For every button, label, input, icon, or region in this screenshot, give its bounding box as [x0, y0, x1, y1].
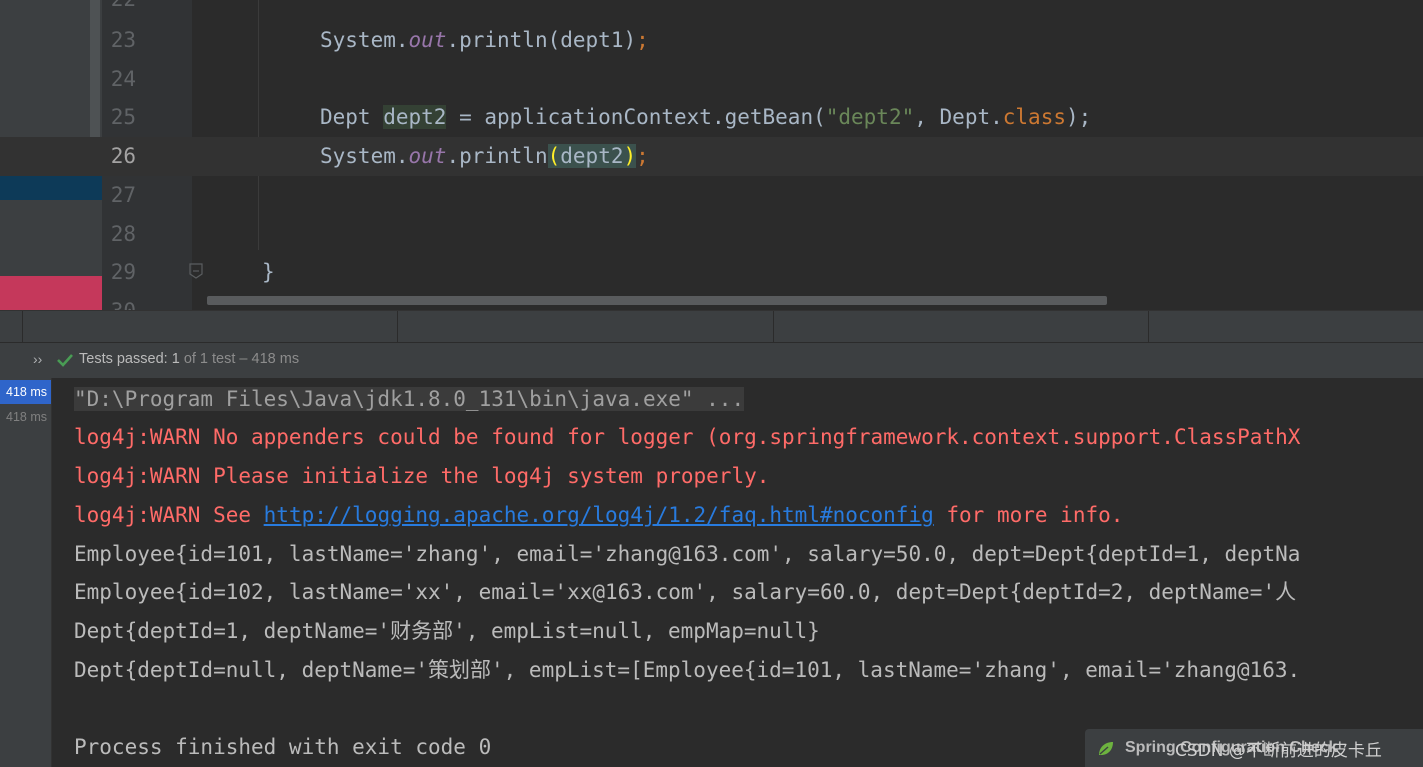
- line-number: 25: [110, 105, 136, 129]
- code-token-argument: dept2: [560, 144, 624, 168]
- code-token-semicolon: ;: [636, 144, 649, 168]
- test-tree-item[interactable]: 418 ms: [0, 405, 51, 429]
- code-line-27[interactable]: 27: [0, 176, 1423, 215]
- code-token-matched-paren: (: [547, 144, 561, 168]
- code-line-22[interactable]: 22: [0, 0, 1423, 19]
- code-text[interactable]: }: [262, 253, 275, 292]
- spring-leaf-icon: [1099, 742, 1113, 755]
- line-number: 27: [110, 183, 136, 207]
- code-token-string: "dept2": [825, 105, 915, 129]
- header-divider: [773, 311, 774, 343]
- tests-passed-status: Tests passed: 1 of 1 test – 418 ms: [79, 351, 299, 367]
- code-text[interactable]: Dept dept2 = applicationContext.getBean(…: [320, 98, 1091, 137]
- check-icon: [57, 354, 73, 367]
- code-line-23[interactable]: 23 System.out.println(dept1);: [0, 21, 1423, 60]
- console-line-output: Employee{id=101, lastName='zhang', email…: [74, 542, 1301, 566]
- tests-detail: of 1 test – 418 ms: [183, 351, 300, 367]
- code-text[interactable]: System.out.println(dept1);: [320, 21, 649, 60]
- console-line-output: Employee{id=102, lastName='xx', email='x…: [74, 580, 1297, 604]
- line-number: 24: [110, 67, 136, 91]
- console-line-command[interactable]: "D:\Program Files\Java\jdk1.8.0_131\bin\…: [74, 380, 745, 419]
- expand-chevron-icon[interactable]: ››: [33, 351, 42, 367]
- code-token: = applicationContext.getBean(: [446, 105, 826, 129]
- console-line-warn: log4j:WARN No appenders could be found f…: [74, 425, 1301, 449]
- fold-marker-icon[interactable]: [188, 262, 204, 280]
- test-results-tree[interactable]: 418 ms 418 ms: [0, 378, 52, 767]
- tests-count: 1: [171, 351, 180, 367]
- command-text[interactable]: "D:\Program Files\Java\jdk1.8.0_131\bin\…: [74, 387, 745, 411]
- line-number: 29: [110, 260, 136, 284]
- tests-status-label: Tests passed:: [79, 351, 168, 367]
- code-token: .println: [446, 144, 548, 168]
- code-token-variable: dept2: [383, 105, 447, 129]
- code-line-24[interactable]: 24: [0, 60, 1423, 99]
- console-line-output: Dept{deptId=1, deptName='财务部', empList=n…: [74, 619, 820, 643]
- test-status-bar: ›› Tests passed: 1 of 1 test – 418 ms: [0, 342, 1423, 379]
- code-token: .println(dept1): [446, 28, 637, 52]
- line-number: 28: [110, 222, 136, 246]
- line-number: 26: [110, 144, 136, 168]
- warn-text: log4j:WARN See: [74, 503, 264, 527]
- header-divider: [1148, 311, 1149, 343]
- header-divider: [22, 311, 23, 343]
- line-number: 30: [102, 292, 136, 310]
- code-line-26-current[interactable]: 26 System.out.println(dept2);: [0, 137, 1423, 176]
- code-token-static-field: out: [408, 144, 447, 168]
- console-output[interactable]: "D:\Program Files\Java\jdk1.8.0_131\bin\…: [52, 378, 1423, 767]
- code-token: System.: [320, 144, 409, 168]
- test-tree-item-selected[interactable]: 418 ms: [0, 380, 51, 404]
- code-token-matched-paren: ): [623, 144, 637, 168]
- code-token-static-field: out: [408, 28, 447, 52]
- code-line-29[interactable]: 29 }: [0, 253, 1423, 292]
- header-divider: [397, 311, 398, 343]
- csdn-watermark: CSDN @不断前进的皮卡丘: [1175, 741, 1382, 761]
- log4j-faq-link[interactable]: http://logging.apache.org/log4j/1.2/faq.…: [264, 503, 934, 527]
- console-line-output: Dept{deptId=null, deptName='策划部', empLis…: [74, 658, 1301, 682]
- code-token-type: Dept: [320, 105, 384, 129]
- line-number: 23: [110, 28, 136, 52]
- code-token: System.: [320, 28, 409, 52]
- code-line-25[interactable]: 25 Dept dept2 = applicationContext.getBe…: [0, 98, 1423, 137]
- code-editor[interactable]: 22 23 System.out.println(dept1); 24 25 D…: [0, 0, 1423, 310]
- warn-text: for more info.: [933, 503, 1124, 527]
- code-text[interactable]: System.out.println(dept2);: [320, 137, 649, 176]
- console-line-warn: log4j:WARN See http://logging.apache.org…: [74, 496, 1123, 535]
- code-token: , Dept.: [914, 105, 1003, 129]
- horizontal-scrollbar[interactable]: [207, 296, 1107, 305]
- run-tool-window-header[interactable]: [0, 310, 1423, 343]
- console-line-exit: Process finished with exit code 0: [74, 735, 492, 759]
- code-token-semicolon: ;: [636, 28, 649, 52]
- code-token-keyword: class: [1002, 105, 1066, 129]
- code-token: );: [1065, 105, 1092, 129]
- line-number: 22: [102, 0, 136, 19]
- console-line-warn: log4j:WARN Please initialize the log4j s…: [74, 464, 770, 488]
- code-line-28[interactable]: 28: [0, 215, 1423, 254]
